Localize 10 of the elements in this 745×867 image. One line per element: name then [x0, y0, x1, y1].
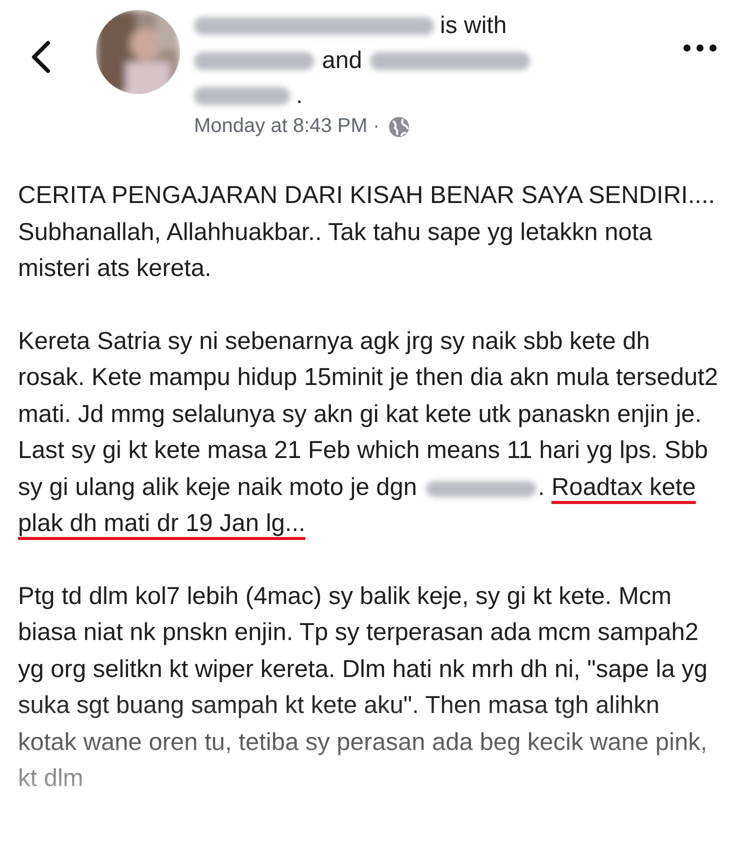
post-paragraph: Ptg td dlm kol7 lebih (4mac) sy balik keje, sy gi kt kete. Mcm biasa niat nk pnskn enjin. Tp sy terperasan ada mcm sampah2 yg org selitkn kt wiper kereta. Dlm hati nk mrh dh ni, "sape la yg suka sgt buang sampah kt kete aku". Then masa tgh alihkn kotak wane oren tu, tetiba sy perasan ada beg kecik wane pink, kt dlm — [18, 582, 709, 794]
header-text: . — [296, 82, 303, 110]
post-paragraph: CERITA PENGAJARAN DARI KISAH BENAR SAYA SENDIRI.... Subhanallah, Allahhuakbar.. Tak tahu sape yg letakkn nota misteri ats kereta. — [18, 181, 716, 284]
post-paragraph: Kereta Satria sy ni sebenarnya agk jrg sy naik sbb kete dh rosak. Kete mampu hidup 15minit je then dia akn mula tersedut2 mati. Jd mmg selalunya sy akn gi kat kete utk panaskn enjin je. Last sy gi kt kete masa 21 Feb which means 11 hari yg lps. Sbb sy gi ulang alik keje naik moto je dgn . Roadtax kete plak dh mati dr 19 Jan lg... — [18, 326, 720, 539]
more-icon[interactable] — [683, 44, 717, 52]
globe-icon — [388, 116, 410, 138]
post-time: Monday at 8:43 PM · — [194, 115, 380, 138]
header-text: and — [322, 46, 362, 74]
header-text: is with — [440, 12, 507, 40]
back-icon[interactable] — [30, 40, 52, 74]
